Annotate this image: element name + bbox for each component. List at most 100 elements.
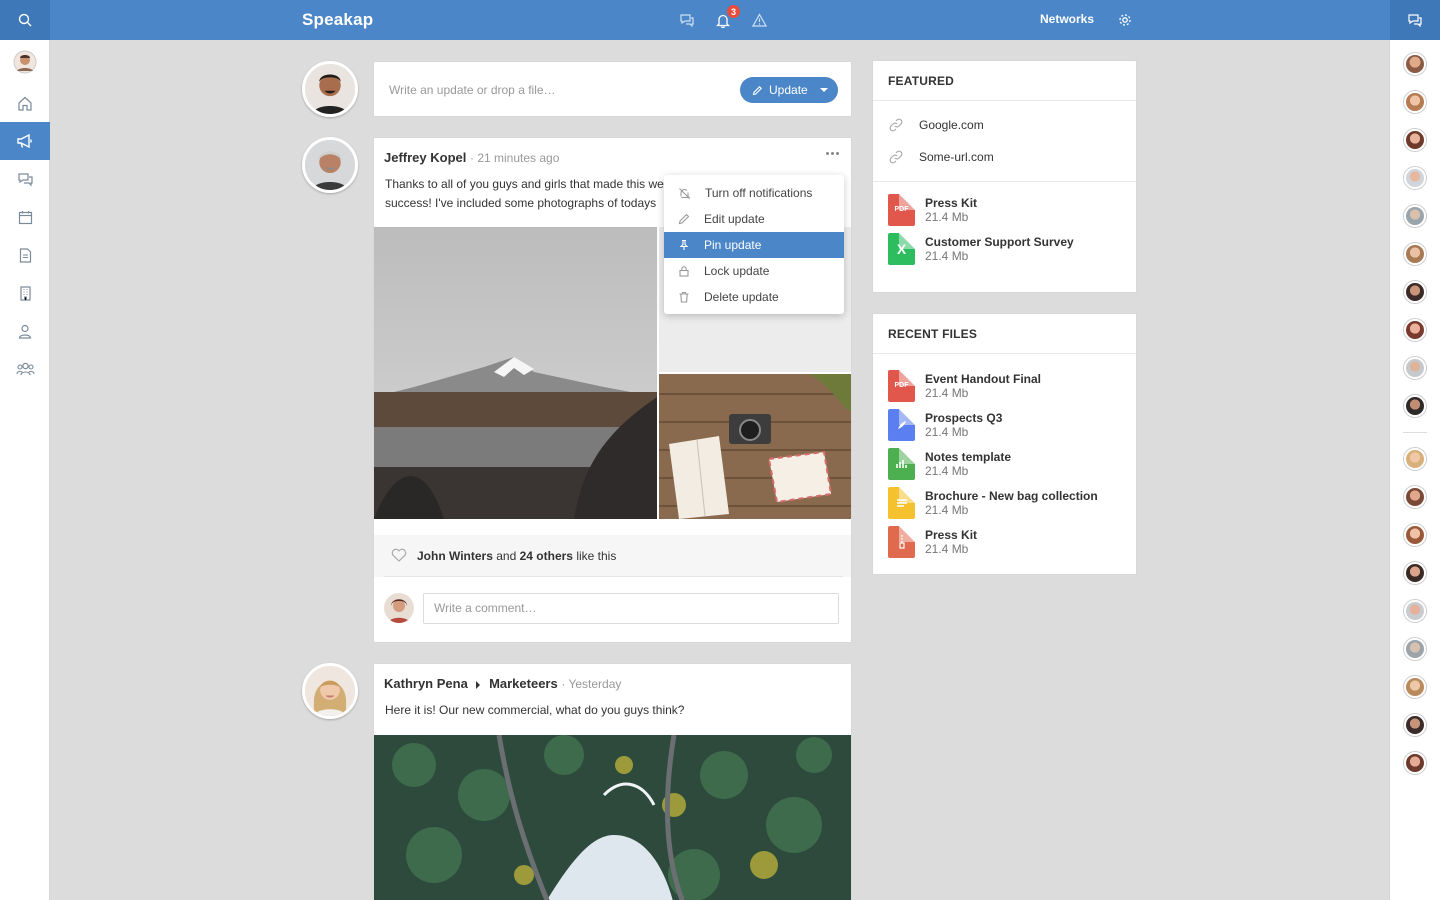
contact-avatar[interactable] [1390,311,1440,349]
contact-avatar[interactable] [1390,592,1440,630]
contact-avatar[interactable] [1390,440,1440,478]
contact-avatar[interactable] [1390,159,1440,197]
brand-logo[interactable]: Speakap [302,10,373,30]
post-photo-mountain[interactable] [374,227,657,519]
avatar [305,64,355,114]
link-icon [889,118,903,132]
post-author-avatar[interactable] [302,137,358,193]
featured-link[interactable]: Some-url.com [873,141,1136,173]
sidebar-item-home[interactable] [0,84,50,122]
bell-off-icon [679,187,691,199]
chat-bubbles-icon [17,172,33,186]
pdf-file-icon: PDF [888,369,915,402]
sidebar-item-groups[interactable] [0,350,50,388]
sidebar-item-updates[interactable] [0,122,50,160]
liker-name[interactable]: John Winters [417,549,493,563]
contact-avatar[interactable] [1390,235,1440,273]
user-icon [18,324,32,339]
update-composer[interactable]: Write an update or drop a file… Update [373,61,852,117]
pencil-icon [752,85,762,95]
likes-summary: John Winters and 24 others like this [417,549,617,563]
post-header: Kathryn Pena Marketeers · Yesterday [384,676,621,691]
composer-input[interactable]: Write an update or drop a file… [389,83,556,97]
likes-bar: John Winters and 24 others like this [374,535,851,577]
contact-avatar[interactable] [1390,516,1440,554]
file-item[interactable]: PDF Event Handout Final 21.4 Mb [873,366,1136,405]
post-group[interactable]: Marketeers [489,676,558,691]
pencil-icon [678,213,690,225]
post-text: Thanks to all of you guys and girls that… [385,177,664,210]
spreadsheet-file-icon: X [888,232,915,265]
recent-files-panel: RECENT FILES PDF Event Handout Final 21.… [872,313,1137,575]
post-card: Kathryn Pena Marketeers · Yesterday Here… [373,663,852,900]
contact-avatar[interactable] [1390,744,1440,782]
networks-link[interactable]: Networks [1040,12,1094,26]
contact-avatar[interactable] [1390,273,1440,311]
top-icons: 3 [676,5,770,31]
post-author[interactable]: Jeffrey Kopel [384,150,466,165]
menu-item-edit-update[interactable]: Edit update [664,206,844,232]
lock-icon [679,266,689,277]
contact-avatar[interactable] [1390,387,1440,425]
contact-avatar[interactable] [1390,197,1440,235]
contact-avatar[interactable] [1390,630,1440,668]
chevron-down-icon[interactable] [819,88,828,92]
gear-icon [1119,14,1131,26]
notifications-button[interactable]: 3 [712,5,740,31]
menu-item-lock-update[interactable]: Lock update [664,258,844,284]
contact-avatar[interactable] [1390,554,1440,592]
current-user-avatar[interactable] [302,61,358,117]
update-button[interactable]: Update [740,77,838,103]
post-video-thumbnail[interactable] [374,735,852,900]
left-sidebar [0,40,50,900]
post-photo-camera[interactable] [659,374,852,519]
file-item[interactable]: Prospects Q3 21.4 Mb [873,405,1136,444]
sidebar-item-documents[interactable] [0,236,50,274]
contact-avatar[interactable] [1390,45,1440,83]
heart-icon[interactable] [391,548,407,562]
file-item[interactable]: PDF Press Kit 21.4 Mb [873,190,1136,229]
contact-avatar[interactable] [1390,478,1440,516]
featured-link[interactable]: Google.com [873,109,1136,141]
alerts-button[interactable] [748,9,770,31]
pdf-file-icon: PDF [888,193,915,226]
menu-item-delete-update[interactable]: Delete update [664,284,844,310]
search-icon [18,13,32,27]
trash-icon [679,291,689,303]
contact-avatar[interactable] [1390,121,1440,159]
sidebar-item-profile[interactable] [0,312,50,350]
post-timestamp: · Yesterday [561,677,622,691]
comment-input[interactable]: Write a comment… [423,593,839,624]
file-item[interactable]: Notes template 21.4 Mb [873,444,1136,483]
calendar-icon [18,210,32,224]
contact-avatar[interactable] [1390,706,1440,744]
search-button[interactable] [0,0,50,40]
document-file-icon [888,486,915,519]
contact-avatar[interactable] [1390,349,1440,387]
sidebar-item-events[interactable] [0,198,50,236]
file-item[interactable]: Press Kit 21.4 Mb [873,522,1136,561]
archive-file-icon [888,525,915,558]
chat-bubbles-icon [1408,14,1422,27]
contact-avatar[interactable] [1390,83,1440,121]
chat-button[interactable] [1390,0,1440,40]
contact-avatar[interactable] [1390,668,1440,706]
settings-button[interactable] [1116,11,1134,29]
file-item[interactable]: X Customer Support Survey 21.4 Mb [873,229,1136,268]
caret-right-icon [476,680,481,689]
messages-button[interactable] [676,9,698,31]
chat-bubbles-icon [680,14,694,27]
post-author-avatar[interactable] [302,663,358,719]
post-author[interactable]: Kathryn Pena [384,676,468,691]
menu-item-turn-off-notifications[interactable]: Turn off notifications [664,180,844,206]
post-more-button[interactable] [826,152,839,155]
sidebar-item-messages[interactable] [0,160,50,198]
avatar [384,593,414,623]
top-bar: Speakap 3 Networks [0,0,1440,40]
profile-avatar[interactable] [0,40,50,84]
file-item[interactable]: Brochure - New bag collection 21.4 Mb [873,483,1136,522]
sidebar-item-company[interactable] [0,274,50,312]
likers-others[interactable]: 24 others [520,549,573,563]
avatar [305,666,355,716]
menu-item-pin-update[interactable]: Pin update [664,232,844,258]
